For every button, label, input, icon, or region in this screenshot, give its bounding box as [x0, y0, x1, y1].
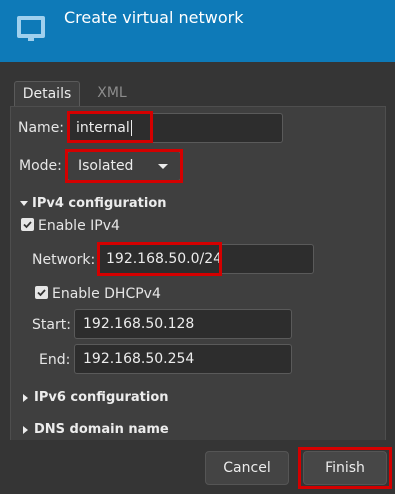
checkmark-icon — [35, 286, 48, 299]
cancel-button[interactable]: Cancel — [205, 451, 289, 485]
tab-details[interactable]: Details — [14, 81, 80, 107]
checkmark-icon — [21, 218, 34, 231]
name-field[interactable]: internal — [67, 113, 283, 143]
dns-section-label: DNS domain name — [34, 422, 169, 437]
expand-down-icon — [20, 201, 28, 206]
ipv4-section-label: IPv4 configuration — [32, 196, 167, 211]
start-field[interactable]: 192.168.50.128 — [74, 309, 292, 339]
dialog-header: Create virtual network — [0, 0, 395, 62]
ipv4-section-toggle[interactable]: IPv4 configuration — [20, 196, 167, 211]
mode-dropdown[interactable]: Isolated — [67, 151, 181, 181]
start-label: Start: — [32, 317, 71, 333]
network-icon — [14, 10, 50, 46]
expand-right-icon — [23, 425, 28, 434]
details-panel: Name: internal Mode: Isolated IPv4 confi… — [10, 106, 386, 440]
name-label: Name: — [18, 120, 65, 136]
end-value: 192.168.50.254 — [83, 351, 195, 367]
tab-xml[interactable]: XML — [92, 81, 132, 107]
dns-section-toggle[interactable]: DNS domain name — [23, 422, 169, 437]
expand-right-icon — [23, 393, 28, 402]
network-label: Network: — [32, 252, 96, 268]
end-field[interactable]: 192.168.50.254 — [74, 344, 292, 374]
ipv6-section-toggle[interactable]: IPv6 configuration — [23, 390, 169, 405]
enable-ipv4-label: Enable IPv4 — [38, 218, 120, 234]
enable-ipv4-checkbox[interactable]: Enable IPv4 — [21, 218, 120, 234]
start-value: 192.168.50.128 — [83, 316, 195, 332]
enable-dhcpv4-label: Enable DHCPv4 — [52, 286, 161, 302]
ipv6-section-label: IPv6 configuration — [34, 390, 169, 405]
network-field[interactable]: 192.168.50.0/24 — [97, 244, 314, 274]
mode-label: Mode: — [19, 158, 62, 174]
dialog-title: Create virtual network — [64, 8, 244, 27]
finish-button[interactable]: Finish — [303, 451, 387, 485]
enable-dhcpv4-checkbox[interactable]: Enable DHCPv4 — [35, 286, 161, 302]
mode-value: Isolated — [78, 158, 134, 174]
name-value: internal — [76, 120, 132, 136]
chevron-down-icon — [158, 164, 168, 169]
network-value: 192.168.50.0/24 — [106, 251, 223, 267]
end-label: End: — [39, 352, 71, 368]
